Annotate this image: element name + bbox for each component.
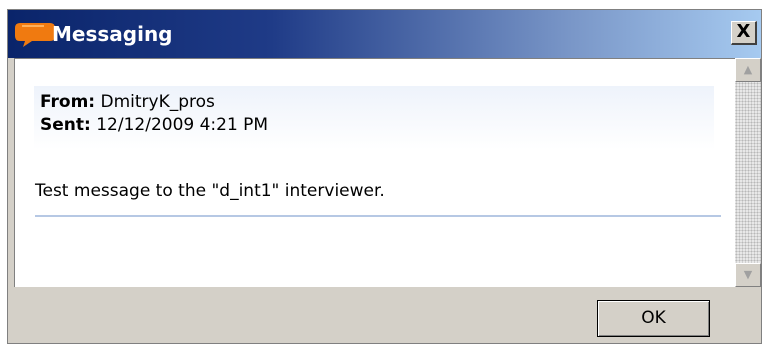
- ok-button[interactable]: OK: [597, 300, 710, 337]
- vertical-scrollbar[interactable]: ▲ ▼: [735, 58, 761, 287]
- message-body: Test message to the "d_int1" interviewer…: [35, 181, 385, 201]
- sent-value: 12/12/2009 4:21 PM: [96, 115, 269, 135]
- sent-label: Sent:: [40, 115, 91, 135]
- from-value: DmitryK_pros: [100, 92, 215, 112]
- from-label: From:: [40, 92, 96, 112]
- message-header: From: DmitryK_pros Sent: 12/12/2009 4:21…: [34, 86, 714, 150]
- title-bar[interactable]: Messaging X: [8, 10, 761, 58]
- scroll-up-button[interactable]: ▲: [735, 58, 761, 82]
- chat-bubble-icon: [15, 23, 55, 47]
- window-title: Messaging: [52, 22, 173, 46]
- from-line: From: DmitryK_pros: [40, 91, 215, 113]
- messaging-dialog: Messaging X From: DmitryK_pros Sent: 12/…: [7, 9, 762, 344]
- message-pane: From: DmitryK_pros Sent: 12/12/2009 4:21…: [14, 58, 735, 287]
- divider: [35, 215, 721, 217]
- sent-line: Sent: 12/12/2009 4:21 PM: [40, 114, 268, 136]
- scroll-down-button[interactable]: ▼: [735, 263, 761, 287]
- close-button[interactable]: X: [731, 21, 757, 45]
- arrow-up-icon: ▲: [743, 63, 753, 76]
- close-icon: X: [736, 21, 751, 42]
- arrow-down-icon: ▼: [743, 268, 753, 281]
